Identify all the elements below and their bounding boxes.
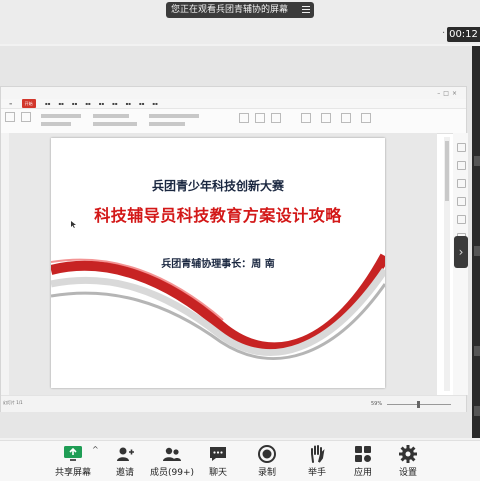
record-button[interactable]: 录制 bbox=[252, 444, 282, 478]
record-icon bbox=[252, 444, 282, 464]
apps-label: 应用 bbox=[353, 468, 372, 478]
menu-icon[interactable] bbox=[302, 6, 310, 13]
app-status-bar: 幻灯片 1/1 59% bbox=[1, 395, 466, 412]
share-screen-button[interactable]: 共享屏幕 bbox=[50, 444, 96, 478]
members-button[interactable]: 成员(99+) bbox=[150, 444, 194, 478]
slide-wave-decoration bbox=[51, 253, 385, 388]
chevron-up-icon[interactable]: ^ bbox=[92, 445, 99, 454]
apps-button[interactable]: 应用 bbox=[348, 444, 378, 478]
app-titlebar: –□× bbox=[1, 87, 466, 99]
apps-grid-icon bbox=[348, 444, 378, 464]
zoom-slider[interactable] bbox=[387, 401, 451, 408]
invite-label: 邀请 bbox=[115, 468, 134, 478]
screen-share-banner[interactable]: 您正在观看兵团青辅协的屏幕 bbox=[166, 2, 314, 18]
settings-label: 设置 bbox=[398, 468, 417, 478]
settings-button[interactable]: 设置 bbox=[393, 444, 423, 478]
monitor-icon bbox=[50, 444, 96, 464]
collapse-panel-handle[interactable]: › bbox=[454, 236, 468, 268]
meeting-top-bar: 您正在观看兵团青辅协的屏幕 ···· 00:12 bbox=[0, 0, 480, 44]
add-user-icon bbox=[108, 444, 142, 464]
members-icon bbox=[150, 444, 194, 464]
window-controls[interactable]: –□× bbox=[437, 90, 460, 97]
zoom-level: 59% bbox=[371, 401, 383, 407]
raise-hand-button[interactable]: 举手 bbox=[302, 444, 332, 478]
meeting-timer: 00:12 bbox=[447, 27, 480, 42]
app-ribbon bbox=[1, 109, 466, 134]
gear-icon bbox=[393, 444, 423, 464]
invite-button[interactable]: 邀请 bbox=[108, 444, 142, 478]
chat-bubble-icon bbox=[203, 444, 233, 464]
menu-tab-home[interactable]: 开始 bbox=[21, 99, 36, 108]
raise-hand-label: 举手 bbox=[307, 468, 326, 478]
mouse-cursor-icon bbox=[71, 221, 76, 228]
record-label: 录制 bbox=[257, 468, 276, 478]
chat-button[interactable]: 聊天 bbox=[203, 444, 233, 478]
app-menu-bar: ≡ 开始 ▪▪ ▪▪ ▪▪ ▪▪ ▪▪ ▪▪ ▪▪ ▪▪ ▪▪ bbox=[1, 99, 466, 109]
members-label: 成员(99+) bbox=[150, 468, 195, 478]
presentation-slide: 兵团青少年科技创新大赛 科技辅导员科技教育方案设计攻略 兵团青辅协理事长：周 南 bbox=[51, 138, 385, 388]
chat-label: 聊天 bbox=[208, 468, 227, 478]
vertical-scrollbar[interactable] bbox=[444, 137, 450, 391]
slide-count: 幻灯片 1/1 bbox=[3, 400, 23, 405]
meeting-toolbar: 共享屏幕 ^ 邀请 成员(99+) 聊天 录制 举手 应用 设置 bbox=[0, 440, 480, 481]
hand-icon bbox=[302, 444, 332, 464]
share-screen-label: 共享屏幕 bbox=[54, 468, 91, 478]
participant-strip bbox=[472, 46, 480, 438]
banner-text: 您正在观看兵团青辅协的屏幕 bbox=[171, 5, 289, 15]
